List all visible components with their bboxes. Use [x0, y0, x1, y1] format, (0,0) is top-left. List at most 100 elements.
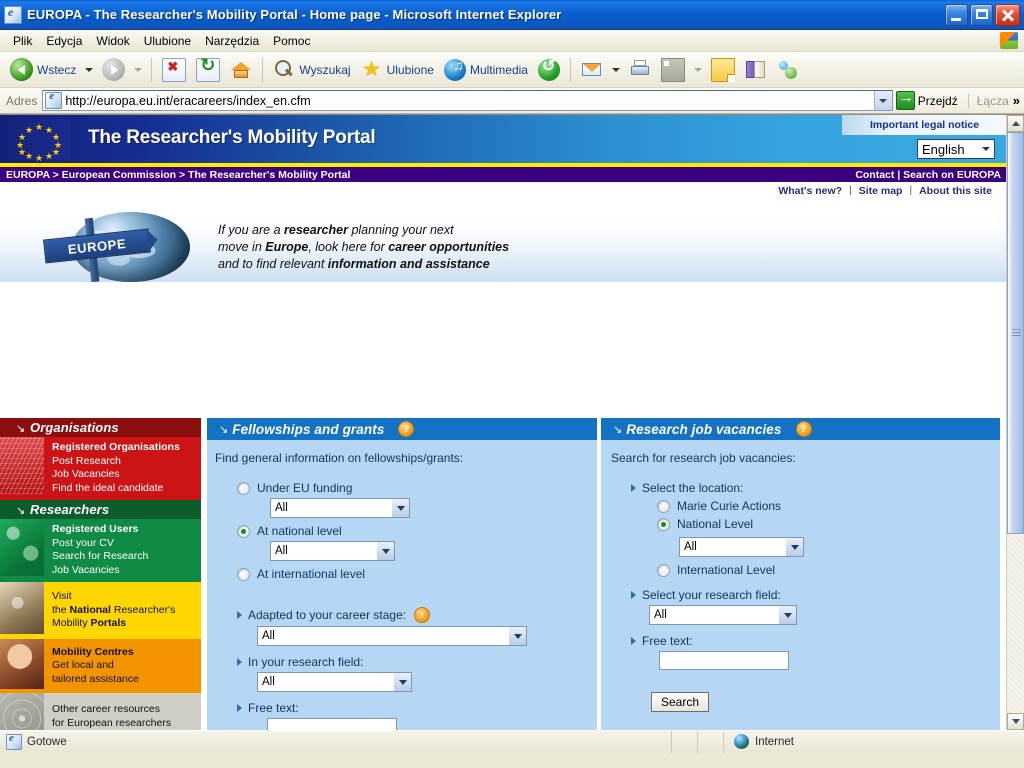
res-title: Registered Users [52, 523, 139, 535]
radio-at-international-level[interactable] [237, 567, 250, 581]
select-national-level[interactable]: All [270, 541, 395, 561]
print-button[interactable] [624, 54, 656, 86]
org-line3: Find the ideal candidate [52, 481, 164, 494]
radio-row-marie-curie[interactable]: Marie Curie Actions [657, 499, 1000, 513]
radio-row-at-international-level[interactable]: At international level [237, 567, 597, 581]
forward-button[interactable] [97, 54, 130, 86]
mail-button[interactable] [576, 54, 608, 86]
radio-national-level[interactable] [657, 517, 670, 531]
scroll-up-button[interactable] [1007, 115, 1024, 132]
select-vacancies-national[interactable]: All [679, 537, 804, 557]
sidebar-heading-label: Organisations [30, 420, 119, 435]
subnav-about-this-site[interactable]: About this site [912, 185, 999, 197]
input-free-text[interactable] [267, 718, 397, 730]
sidebar-block-organisations[interactable]: ↘ Organisations Registered Organisations… [0, 418, 201, 500]
back-dropdown-chevron-down-icon[interactable] [85, 67, 94, 72]
scroll-track[interactable] [1007, 132, 1024, 713]
home-button[interactable] [225, 54, 257, 86]
mail-dropdown-chevron-down-icon[interactable] [611, 67, 620, 72]
toolbar-overflow-chevron-icon[interactable]: » [1013, 93, 1024, 108]
select-vacancies-research-field[interactable]: All [649, 605, 797, 625]
menu-item-edycja[interactable]: Edycja [39, 32, 89, 50]
language-select[interactable]: English [917, 139, 995, 159]
subnav-whats-new[interactable]: What's new? [771, 185, 849, 197]
radio-row-at-national-level[interactable]: At national level [237, 524, 597, 538]
sidebar-block-mobility-centres[interactable]: Mobility Centres Get local and tailored … [0, 638, 201, 693]
select-career-stage[interactable]: All [257, 626, 527, 646]
search-button[interactable]: Wyszukaj [268, 54, 355, 86]
radio-row-national-level[interactable]: National Level [657, 517, 1000, 531]
breadcrumb-right-links[interactable]: Contact | Search on EUROPA [855, 169, 1001, 181]
corner-arrow-icon: ↘ [613, 423, 623, 436]
radio-marie-curie-actions[interactable] [657, 499, 670, 513]
refresh-button[interactable] [191, 54, 225, 86]
research-book-icon [745, 59, 767, 81]
select-eu-funding-button[interactable] [392, 499, 409, 517]
page-vertical-scrollbar[interactable] [1006, 115, 1024, 730]
security-zone-cell[interactable]: Internet [724, 731, 1024, 753]
radio-at-national-level[interactable] [237, 524, 250, 538]
history-button[interactable] [533, 54, 565, 86]
subnav-site-map[interactable]: Site map [852, 185, 910, 197]
media-button[interactable]: Multimedia [439, 54, 533, 86]
back-button[interactable]: Wstecz [5, 54, 81, 86]
legal-notice-link[interactable]: Important legal notice [842, 115, 1007, 135]
select-national-level-button[interactable] [377, 542, 394, 560]
radio-row-under-eu-funding[interactable]: Under EU funding [237, 481, 597, 495]
sidebar-block-national-portals[interactable]: Visit the National Researcher's Mobility… [0, 582, 201, 639]
search-icon [273, 59, 295, 81]
sub-navigation: What's new? | Site map | About this site [0, 182, 1007, 200]
forward-dropdown-chevron-down-icon [134, 67, 143, 72]
sidebar-block-researchers[interactable]: ↘ Researchers Registered Users Post your… [0, 500, 201, 582]
messenger-button[interactable] [772, 54, 804, 86]
maximize-button[interactable] [970, 3, 993, 26]
menu-item-narzedzia[interactable]: Narzędzia [198, 32, 266, 50]
mob-title: Mobility Centres [52, 645, 134, 658]
input-vacancies-free-text[interactable] [659, 651, 789, 670]
warning-icon[interactable]: ! [414, 607, 431, 623]
select-research-field[interactable]: All [257, 672, 412, 692]
select-research-field-button[interactable] [394, 673, 411, 691]
radio-label-international-level: International Level [677, 563, 776, 577]
radio-international-level[interactable] [657, 563, 670, 577]
address-history-dropdown[interactable] [873, 91, 892, 110]
go-label: Przejdź [917, 93, 958, 108]
links-label[interactable]: Łącza [967, 93, 1013, 108]
sidebar-body-researchers: Registered Users Post your CV Search for… [0, 519, 201, 582]
select-eu-funding[interactable]: All [270, 498, 410, 518]
menu-item-ulubione[interactable]: Ulubione [137, 32, 198, 50]
select-vacancies-research-field-button[interactable] [779, 606, 796, 624]
bullet-arrow-icon [631, 591, 636, 599]
language-dropdown-button[interactable] [978, 147, 994, 151]
chevron-down-icon [783, 612, 792, 618]
edit-dropdown-chevron-down-icon [693, 67, 702, 72]
chevron-down-icon [396, 505, 405, 511]
panel-header-vacancies: ↘ Research job vacancies ? [601, 418, 1000, 440]
menu-item-widok[interactable]: Widok [89, 32, 136, 50]
stop-button[interactable] [157, 54, 191, 86]
select-vacancies-national-button[interactable] [786, 538, 803, 556]
go-button[interactable]: Przejdź [893, 89, 964, 110]
close-button[interactable] [995, 3, 1020, 26]
select-national-level-value: All [275, 545, 288, 557]
radio-under-eu-funding[interactable] [237, 481, 250, 495]
radio-label-marie-curie-actions: Marie Curie Actions [677, 499, 782, 513]
menu-item-pomoc[interactable]: Pomoc [266, 32, 317, 50]
notes-button[interactable] [706, 54, 740, 86]
breadcrumb-path[interactable]: EUROPA > European Commission > The Resea… [6, 169, 350, 181]
label-row-vacancies-free-text: Free text: [631, 634, 1000, 648]
select-career-stage-button[interactable] [509, 627, 526, 645]
scroll-thumb[interactable] [1007, 132, 1024, 534]
sidebar-block-other-resources[interactable]: Other career resources for European rese… [0, 693, 201, 730]
menu-item-plik[interactable]: Plik [6, 32, 39, 50]
address-input[interactable]: http://europa.eu.int/eracareers/index_en… [42, 90, 893, 111]
favorites-button[interactable]: ★ Ulubione [356, 54, 439, 86]
help-icon[interactable]: ? [398, 421, 415, 437]
research-button[interactable] [740, 54, 772, 86]
search-button-vacancies[interactable]: Search [651, 692, 710, 712]
minimize-button[interactable] [945, 3, 968, 26]
panel-intro-vacancies: Search for research job vacancies: [611, 451, 796, 465]
radio-row-international-level[interactable]: International Level [657, 563, 1000, 577]
scroll-down-button[interactable] [1007, 713, 1024, 730]
help-icon[interactable]: ? [795, 421, 812, 437]
